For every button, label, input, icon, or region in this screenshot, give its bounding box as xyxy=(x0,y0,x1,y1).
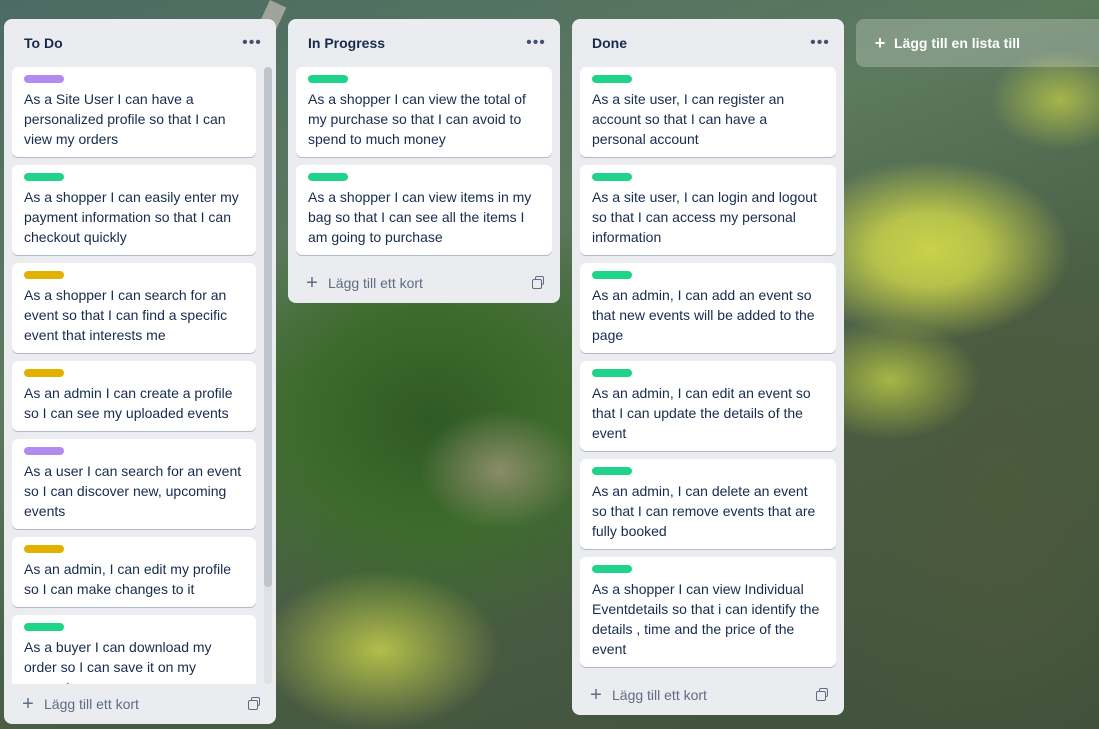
card-title: As a shopper I can view the total of my … xyxy=(308,91,526,147)
add-card-label: Lägg till ett kort xyxy=(328,275,423,291)
card-label-green[interactable] xyxy=(308,75,348,83)
card-title: As a site user, I can login and logout s… xyxy=(592,189,817,245)
card-container: As a site user, I can register an accoun… xyxy=(572,67,844,667)
card-label-yellow[interactable] xyxy=(24,545,64,553)
card-label-green[interactable] xyxy=(592,369,632,377)
card-label-yellow[interactable] xyxy=(24,369,64,377)
card-label-green[interactable] xyxy=(592,467,632,475)
card[interactable]: As a site user, I can register an accoun… xyxy=(580,67,836,157)
list-title[interactable]: To Do xyxy=(24,35,63,51)
card-title: As a shopper I can view Individual Event… xyxy=(592,581,820,657)
list-footer: + Lägg till ett kort xyxy=(572,675,844,715)
card[interactable]: As a shopper I can view items in my bag … xyxy=(296,165,552,255)
card-label-purple[interactable] xyxy=(24,75,64,83)
add-card-label: Lägg till ett kort xyxy=(44,696,139,712)
card-title: As a Site User I can have a personalized… xyxy=(24,91,226,147)
card-template-icon[interactable] xyxy=(816,688,830,702)
card-label-yellow[interactable] xyxy=(24,271,64,279)
card-label-green[interactable] xyxy=(592,173,632,181)
add-card-button[interactable]: + Lägg till ett kort xyxy=(588,685,707,705)
card[interactable]: As a shopper I can view the total of my … xyxy=(296,67,552,157)
card-label-purple[interactable] xyxy=(24,447,64,455)
card[interactable]: As an admin, I can add an event so that … xyxy=(580,263,836,353)
list-footer: + Lägg till ett kort xyxy=(4,684,276,724)
add-card-button[interactable]: + Lägg till ett kort xyxy=(20,694,139,714)
card[interactable]: As an admin, I can edit my profile so I … xyxy=(12,537,256,607)
add-list-label: Lägg till en lista till xyxy=(894,35,1021,51)
card[interactable]: As a user I can search for an event so I… xyxy=(12,439,256,529)
card-template-icon[interactable] xyxy=(532,276,546,290)
card[interactable]: As an admin I can create a profile so I … xyxy=(12,361,256,431)
card-title: As an admin, I can delete an event so th… xyxy=(592,483,816,539)
card-title: As a shopper I can search for an event s… xyxy=(24,287,228,343)
list-header: Done ••• xyxy=(572,19,844,67)
card[interactable]: As a shopper I can search for an event s… xyxy=(12,263,256,353)
add-card-button[interactable]: + Lägg till ett kort xyxy=(304,273,423,293)
card-container: As a shopper I can view the total of my … xyxy=(288,67,560,255)
scrollbar[interactable] xyxy=(264,67,272,684)
card[interactable]: As a Site User I can have a personalized… xyxy=(12,67,256,157)
card-title: As an admin, I can edit an event so that… xyxy=(592,385,811,441)
card-label-green[interactable] xyxy=(592,565,632,573)
list-header: In Progress ••• xyxy=(288,19,560,67)
card-template-icon[interactable] xyxy=(248,697,262,711)
card[interactable]: As a site user, I can login and logout s… xyxy=(580,165,836,255)
card-container: As a Site User I can have a personalized… xyxy=(4,67,264,684)
list-in-progress: In Progress ••• As a shopper I can view … xyxy=(288,19,560,303)
list-title[interactable]: In Progress xyxy=(308,35,385,51)
card[interactable]: As a shopper I can easily enter my payme… xyxy=(12,165,256,255)
card[interactable]: As an admin, I can delete an event so th… xyxy=(580,459,836,549)
card-title: As a buyer I can download my order so I … xyxy=(24,639,212,684)
card-title: As an admin I can create a profile so I … xyxy=(24,385,233,421)
list-title[interactable]: Done xyxy=(592,35,627,51)
list-to-do: To Do ••• As a Site User I can have a pe… xyxy=(4,19,276,724)
card-scroll-area[interactable]: As a Site User I can have a personalized… xyxy=(4,67,264,684)
list-done: Done ••• As a site user, I can register … xyxy=(572,19,844,715)
plus-icon: + xyxy=(874,33,886,53)
card-label-green[interactable] xyxy=(24,623,64,631)
card-label-green[interactable] xyxy=(592,75,632,83)
more-dots-icon[interactable]: ••• xyxy=(808,31,832,55)
card-title: As a shopper I can easily enter my payme… xyxy=(24,189,239,245)
list-footer: + Lägg till ett kort xyxy=(288,263,560,303)
list-header: To Do ••• xyxy=(4,19,276,67)
card[interactable]: As a shopper I can view Individual Event… xyxy=(580,557,836,667)
card-title: As an admin, I can edit my profile so I … xyxy=(24,561,231,597)
plus-icon: + xyxy=(590,684,602,706)
card-label-green[interactable] xyxy=(592,271,632,279)
card-title: As an admin, I can add an event so that … xyxy=(592,287,815,343)
card-title: As a shopper I can view items in my bag … xyxy=(308,189,532,245)
card[interactable]: As an admin, I can edit an event so that… xyxy=(580,361,836,451)
more-dots-icon[interactable]: ••• xyxy=(240,31,264,55)
card-title: As a site user, I can register an accoun… xyxy=(592,91,785,147)
plus-icon: + xyxy=(306,272,318,294)
card[interactable]: As a buyer I can download my order so I … xyxy=(12,615,256,684)
scrollbar-thumb[interactable] xyxy=(264,67,272,587)
card-label-green[interactable] xyxy=(24,173,64,181)
more-dots-icon[interactable]: ••• xyxy=(524,31,548,55)
add-card-label: Lägg till ett kort xyxy=(612,687,707,703)
card-label-green[interactable] xyxy=(308,173,348,181)
card-title: As a user I can search for an event so I… xyxy=(24,463,242,519)
add-list-button[interactable]: + Lägg till en lista till xyxy=(856,19,1099,67)
plus-icon: + xyxy=(22,693,34,715)
